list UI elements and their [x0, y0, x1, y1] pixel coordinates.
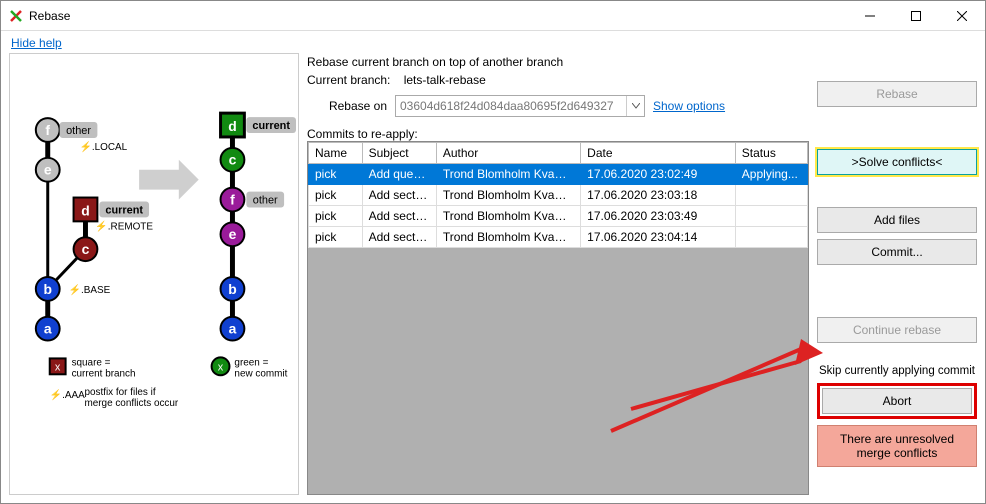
current-branch-value: lets-talk-rebase — [404, 73, 486, 87]
commits-label: Commits to re-apply: — [307, 127, 809, 141]
skip-commit-label[interactable]: Skip currently applying commit — [817, 365, 977, 377]
svg-text:c: c — [229, 152, 237, 168]
svg-text:current: current — [252, 120, 290, 132]
svg-text:other: other — [66, 125, 91, 137]
hide-help-link[interactable]: Hide help — [11, 36, 62, 50]
titlebar: Rebase — [1, 1, 985, 31]
continue-rebase-button: Continue rebase — [817, 317, 977, 343]
rebase-diagram: f other ⚡.LOCAL e d current ⚡.REMOTE c b — [10, 54, 298, 494]
col-date[interactable]: Date — [581, 143, 736, 164]
svg-text:f: f — [230, 191, 235, 207]
cell-subject: Add sectio... — [362, 185, 436, 206]
table-row[interactable]: pickAdd sectio...Trond Blomholm Kvamme..… — [309, 206, 808, 227]
cell-status — [735, 185, 807, 206]
minimize-button[interactable] — [847, 1, 893, 31]
rebase-window: Rebase Hide help — [0, 0, 986, 504]
abort-highlight: Abort — [817, 383, 977, 419]
table-row[interactable]: pickAdd sectio...Trond Blomholm Kvamme..… — [309, 185, 808, 206]
current-branch-label: Current branch: — [307, 73, 390, 87]
cell-subject: Add sectio... — [362, 206, 436, 227]
svg-text:current branch: current branch — [72, 368, 136, 379]
svg-text:a: a — [229, 321, 237, 337]
svg-text:x: x — [218, 361, 224, 373]
error-message: There are unresolved merge conflicts — [817, 425, 977, 467]
cell-subject: Add quest... — [362, 164, 436, 185]
svg-text:⚡.REMOTE: ⚡.REMOTE — [95, 220, 153, 232]
svg-text:f: f — [45, 122, 50, 138]
heading-line: Rebase current branch on top of another … — [307, 55, 809, 69]
cell-name: pick — [309, 164, 363, 185]
app-icon — [9, 9, 23, 23]
svg-text:⚡.BASE: ⚡.BASE — [69, 284, 111, 296]
window-title: Rebase — [29, 9, 70, 23]
svg-text:c: c — [82, 241, 90, 257]
table-row[interactable]: pickAdd quest...Trond Blomholm Kvamme...… — [309, 164, 808, 185]
cell-date: 17.06.2020 23:02:49 — [581, 164, 736, 185]
col-name[interactable]: Name — [309, 143, 363, 164]
commits-table: Name Subject Author Date Status pickAdd … — [308, 142, 808, 248]
svg-text:new commit: new commit — [234, 368, 287, 379]
cell-date: 17.06.2020 23:03:49 — [581, 206, 736, 227]
cell-author: Trond Blomholm Kvamme... — [436, 164, 580, 185]
svg-text:e: e — [229, 226, 237, 242]
commits-table-wrap: Name Subject Author Date Status pickAdd … — [307, 141, 809, 495]
close-button[interactable] — [939, 1, 985, 31]
svg-text:merge conflicts occur: merge conflicts occur — [84, 398, 178, 409]
cell-status — [735, 227, 807, 248]
svg-text:d: d — [81, 202, 90, 218]
svg-text:postfix for files if: postfix for files if — [84, 387, 155, 398]
abort-button[interactable]: Abort — [822, 388, 972, 414]
svg-text:d: d — [228, 118, 237, 134]
help-row: Hide help — [1, 31, 985, 53]
right-panel: Rebase >Solve conflicts< Add files Commi… — [817, 53, 977, 495]
chevron-down-icon[interactable] — [626, 96, 644, 116]
col-author[interactable]: Author — [436, 143, 580, 164]
col-status[interactable]: Status — [735, 143, 807, 164]
svg-text:b: b — [43, 281, 52, 297]
add-files-button[interactable]: Add files — [817, 207, 977, 233]
svg-text:square =: square = — [72, 357, 111, 368]
cell-name: pick — [309, 206, 363, 227]
cell-date: 17.06.2020 23:03:18 — [581, 185, 736, 206]
svg-text:e: e — [44, 162, 52, 178]
svg-text:a: a — [44, 321, 52, 337]
diagram-panel: f other ⚡.LOCAL e d current ⚡.REMOTE c b — [9, 53, 299, 495]
cell-author: Trond Blomholm Kvamme... — [436, 206, 580, 227]
show-options-link[interactable]: Show options — [653, 99, 725, 113]
cell-name: pick — [309, 185, 363, 206]
commit-button[interactable]: Commit... — [817, 239, 977, 265]
rebase-on-label: Rebase on — [307, 99, 387, 113]
maximize-button[interactable] — [893, 1, 939, 31]
col-subject[interactable]: Subject — [362, 143, 436, 164]
svg-text:⚡.LOCAL: ⚡.LOCAL — [80, 141, 128, 153]
rebase-on-combo[interactable] — [395, 95, 645, 117]
cell-status — [735, 206, 807, 227]
cell-name: pick — [309, 227, 363, 248]
center-panel: Rebase current branch on top of another … — [307, 53, 809, 495]
cell-date: 17.06.2020 23:04:14 — [581, 227, 736, 248]
cell-author: Trond Blomholm Kvamme... — [436, 227, 580, 248]
svg-text:b: b — [228, 281, 237, 297]
rebase-button: Rebase — [817, 81, 977, 107]
svg-text:green =: green = — [234, 357, 268, 368]
solve-conflicts-button[interactable]: >Solve conflicts< — [817, 149, 977, 175]
svg-text:⚡.AAA: ⚡.AAA — [50, 389, 85, 401]
svg-text:other: other — [253, 194, 278, 206]
svg-text:x: x — [55, 361, 61, 373]
svg-text:current: current — [105, 204, 143, 216]
table-row[interactable]: pickAdd sectio...Trond Blomholm Kvamme..… — [309, 227, 808, 248]
cell-status: Applying... — [735, 164, 807, 185]
cell-author: Trond Blomholm Kvamme... — [436, 185, 580, 206]
cell-subject: Add sectio... — [362, 227, 436, 248]
rebase-on-input[interactable] — [396, 96, 626, 116]
